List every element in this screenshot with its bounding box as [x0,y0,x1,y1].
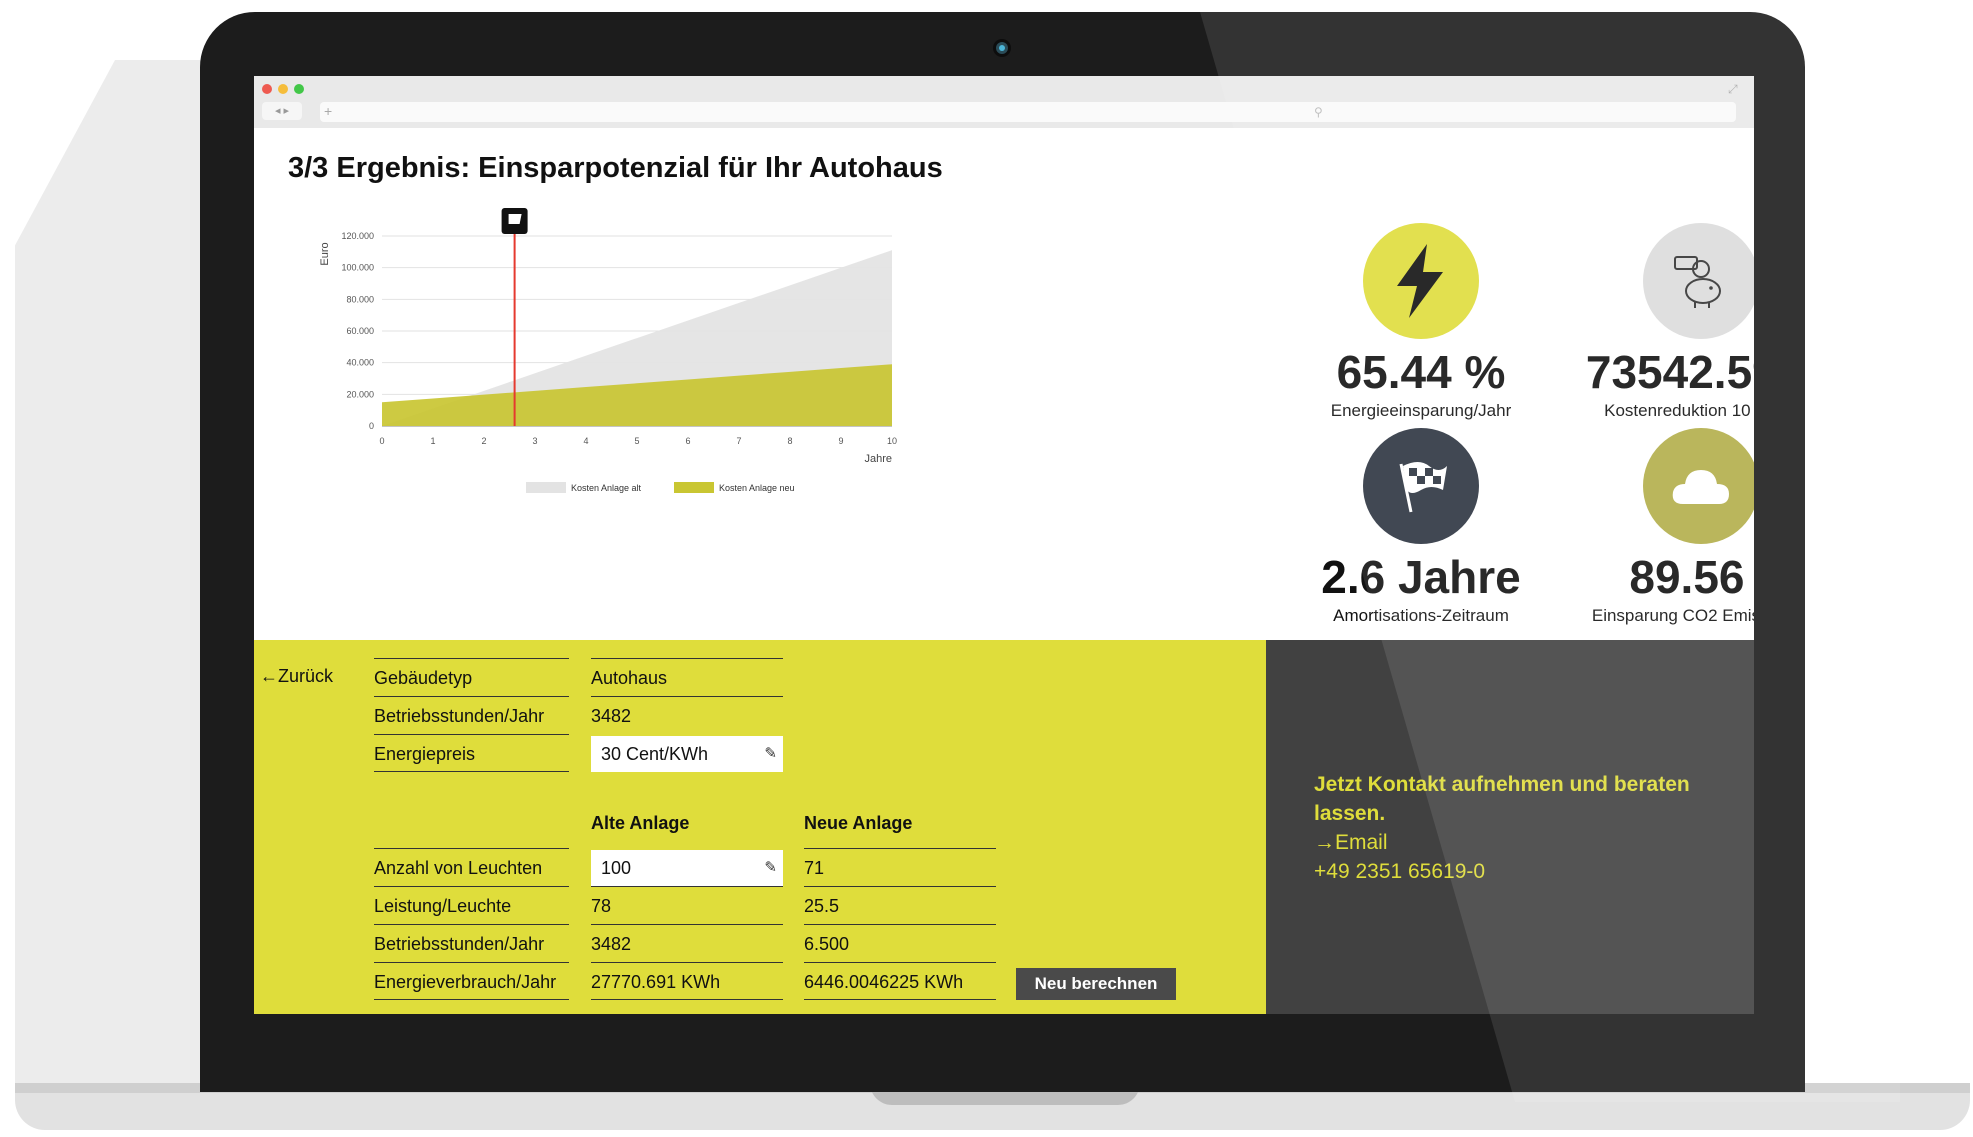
calculator-form: ←Zurück Gebäudetyp Autohaus Betriebsstun… [254,640,1266,1014]
y-tick-label: 100.000 [341,263,374,273]
y-tick-label: 40.000 [346,358,374,368]
legend-label: Kosten Anlage neu [719,483,795,493]
row-label: Betriebsstunden/Jahr [374,924,569,962]
x-tick-label: 8 [787,436,792,446]
y-tick-label: 20.000 [346,389,374,399]
y-tick-label: 120.000 [341,231,374,241]
anzahl-leuchten-input[interactable]: 100 ✎ [591,850,783,886]
col-new-header: Neue Anlage [804,813,913,833]
flag-shape [508,214,522,224]
maximize-window-button[interactable] [294,84,304,94]
camera-icon [996,42,1008,54]
x-tick-label: 6 [685,436,690,446]
betriebsstunden-label: Betriebsstunden/Jahr [374,696,569,734]
y-axis-label: Euro [319,242,331,265]
y-tick-label: 60.000 [346,326,374,336]
col-old-header: Alte Anlage [591,813,690,833]
row-label: Anzahl von Leuchten [374,848,569,886]
legend-swatch [674,482,714,493]
recalculate-button[interactable]: Neu berechnen [1016,968,1176,1000]
betriebsstunden-value: 3482 [591,696,783,734]
pencil-icon: ✎ [764,859,777,876]
chart-legend: Kosten Anlage alt Kosten Anlage neu [526,482,795,493]
y-tick-label: 80.000 [346,294,374,304]
row-new-value: 6.500 [804,924,996,962]
energiepreis-label: Energiepreis [374,734,569,772]
row-old-value: 78 [591,886,783,924]
row-label: Leistung/Leuchte [374,886,569,924]
savings-chart: 0 20.000 40.000 60.000 80.000 100.000 120.000 0… [319,208,897,493]
page-title: 3/3 Ergebnis: Einsparpotenzial für Ihr A… [288,152,943,184]
x-tick-label: 3 [532,436,537,446]
x-tick-label: 10 [887,436,897,446]
legend-label: Kosten Anlage alt [571,483,642,493]
x-tick-label: 0 [379,436,384,446]
x-tick-label: 5 [634,436,639,446]
x-tick-label: 1 [430,436,435,446]
row-label: Energieverbrauch/Jahr [374,962,569,1000]
row-new-value: 25.5 [804,886,996,924]
gebaeudetyp-label: Gebäudetyp [374,658,569,696]
legend-swatch [526,482,566,493]
address-bar[interactable] [320,102,1320,122]
x-tick-label: 9 [838,436,843,446]
energiepreis-input[interactable]: 30 Cent/KWh ✎ [591,736,783,772]
minimize-window-button[interactable] [278,84,288,94]
x-tick-label: 4 [583,436,588,446]
x-tick-label: 7 [736,436,741,446]
row-old-value: 27770.691 KWh [591,962,783,1000]
row-new-value: 71 [804,848,996,886]
back-link[interactable]: ←Zurück [260,666,333,687]
row-new-value: 6446.0046225 KWh [804,962,996,1000]
chart-areas [382,250,892,426]
row-old-value: 3482 [591,924,783,962]
anzahl-leuchten-value: 100 [601,858,632,878]
x-axis-label: Jahre [864,453,892,465]
y-tick-label: 0 [369,421,374,431]
energiepreis-value: 30 Cent/KWh [601,744,709,764]
x-tick-label: 2 [481,436,486,446]
pencil-icon: ✎ [764,745,777,762]
new-tab-icon[interactable]: + [324,102,344,120]
back-forward-icon[interactable]: ◂ ▸ [262,102,302,120]
close-window-button[interactable] [262,84,272,94]
gebaeudetyp-value: Autohaus [591,658,783,696]
